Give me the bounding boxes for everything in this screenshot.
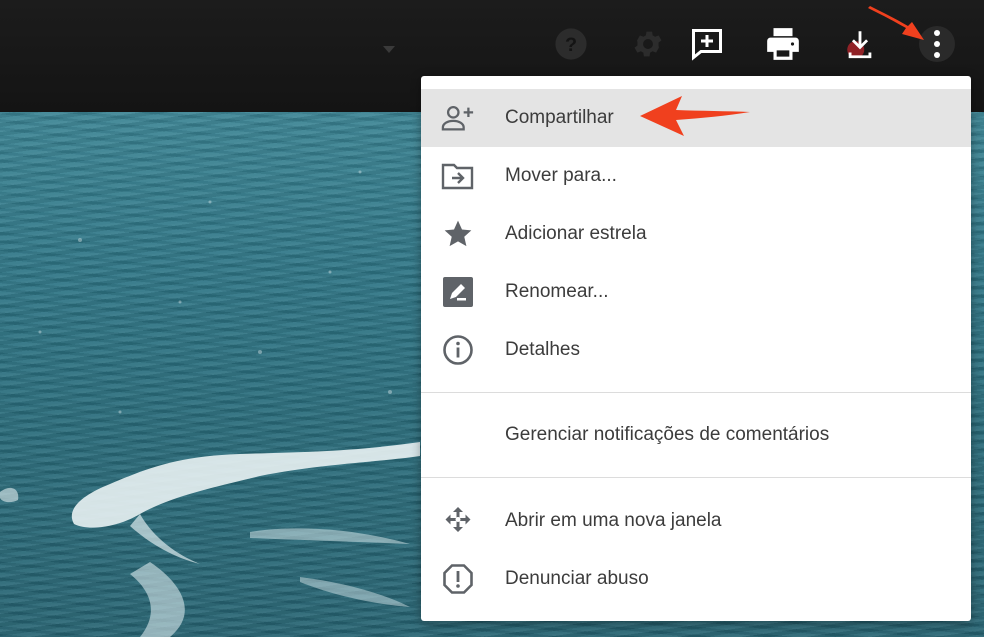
menu-item-manage-comment-notifications[interactable]: Gerenciar notificações de comentários: [421, 406, 971, 464]
menu-item-open-new-window[interactable]: Abrir em uma nova janela: [421, 492, 971, 550]
person-add-icon: [441, 102, 475, 134]
menu-item-label: Renomear...: [505, 281, 609, 302]
annotation-arrow-icon: [868, 6, 924, 40]
menu-item-add-star[interactable]: Adicionar estrela: [421, 205, 971, 263]
print-icon[interactable]: [763, 24, 803, 64]
add-comment-icon[interactable]: [687, 24, 727, 64]
move-to-folder-icon: [441, 160, 475, 192]
svg-text:?: ?: [565, 34, 577, 56]
menu-item-report-abuse[interactable]: Denunciar abuso: [421, 550, 971, 608]
menu-divider: [421, 477, 971, 478]
annotation-arrow-icon: [640, 96, 750, 136]
menu-item-label: Detalhes: [505, 339, 580, 360]
menu-item-label: Adicionar estrela: [505, 223, 647, 244]
menu-item-rename[interactable]: Renomear...: [421, 263, 971, 321]
menu-item-details[interactable]: Detalhes: [421, 321, 971, 379]
chevron-down-icon[interactable]: [383, 46, 395, 53]
report-icon: [441, 563, 475, 595]
menu-item-label: Abrir em uma nova janela: [505, 510, 722, 531]
menu-item-label: Denunciar abuso: [505, 568, 649, 589]
help-icon[interactable]: ?: [551, 24, 591, 64]
rename-icon: [441, 276, 475, 308]
menu-divider: [421, 392, 971, 393]
menu-item-move-to[interactable]: Mover para...: [421, 147, 971, 205]
more-actions-menu: Compartilhar Mover para... Adicionar est…: [421, 76, 971, 621]
menu-item-label: Mover para...: [505, 165, 617, 186]
menu-item-label: Gerenciar notificações de comentários: [505, 424, 830, 445]
info-icon: [441, 334, 475, 366]
star-icon: [441, 218, 475, 250]
settings-icon[interactable]: [628, 24, 668, 64]
open-in-new-window-icon: [441, 505, 475, 537]
menu-item-label: Compartilhar: [505, 107, 614, 128]
